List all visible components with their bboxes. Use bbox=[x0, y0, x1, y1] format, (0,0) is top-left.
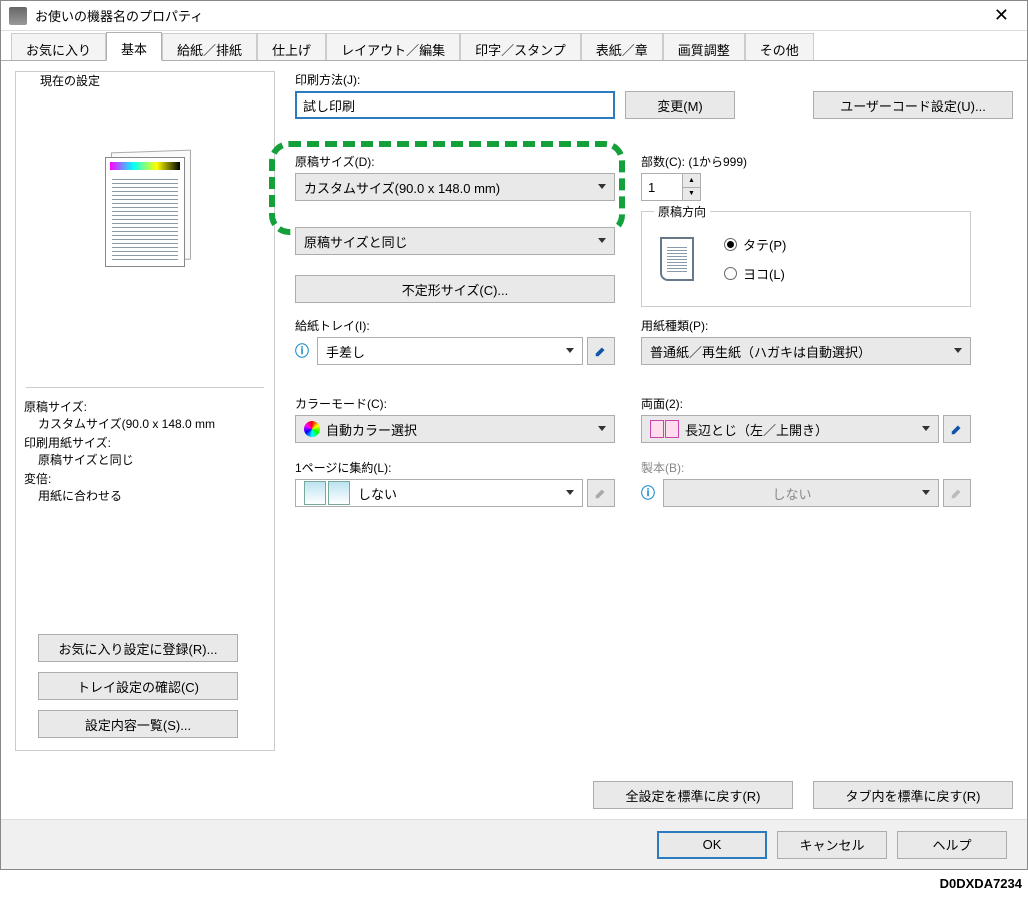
orientation-portrait-radio[interactable]: タテ(P) bbox=[724, 235, 786, 254]
spin-down-icon[interactable]: ▼ bbox=[683, 188, 700, 201]
right-panel: 印刷方法(J): 変更(M) ユーザーコード設定(U)... 原稿サイズ(D):… bbox=[275, 71, 1013, 813]
properties-dialog: お使いの機器名のプロパティ ✕ お気に入り 基本 給紙／排紙 仕上げ レイアウト… bbox=[0, 0, 1028, 870]
nup-select[interactable]: しない bbox=[295, 479, 583, 507]
duplex-edit-button[interactable] bbox=[943, 415, 971, 443]
info-icon: ⓘ bbox=[641, 483, 655, 503]
nup-icons bbox=[304, 481, 352, 505]
change-button[interactable]: 変更(M) bbox=[625, 91, 735, 119]
nup-label: 1ページに集約(L): bbox=[295, 459, 615, 476]
tray-check-button[interactable]: トレイ設定の確認(C) bbox=[38, 672, 238, 700]
radio-icon bbox=[724, 267, 737, 280]
summary-docsize-value: カスタムサイズ(90.0 x 148.0 mm bbox=[38, 415, 266, 432]
usercode-button[interactable]: ユーザーコード設定(U)... bbox=[813, 91, 1013, 119]
help-button[interactable]: ヘルプ bbox=[897, 831, 1007, 859]
print-method-input[interactable] bbox=[295, 91, 615, 119]
dialog-buttons: OK キャンセル ヘルプ bbox=[1, 819, 1027, 869]
chevron-down-icon bbox=[922, 490, 930, 495]
reset-tab-button[interactable]: タブ内を標準に戻す(R) bbox=[813, 781, 1013, 809]
preview-image bbox=[105, 157, 185, 267]
booklet-label: 製本(B): bbox=[641, 459, 971, 476]
tab-layout[interactable]: レイアウト／編集 bbox=[326, 33, 460, 60]
register-favorite-button[interactable]: お気に入り設定に登録(R)... bbox=[38, 634, 238, 662]
tabstrip: お気に入り 基本 給紙／排紙 仕上げ レイアウト／編集 印字／スタンプ 表紙／章… bbox=[1, 31, 1027, 61]
summary-printsize-label: 印刷用紙サイズ: bbox=[24, 434, 266, 451]
tab-quality[interactable]: 画質調整 bbox=[663, 33, 745, 60]
divider bbox=[26, 387, 264, 388]
tray-label: 給紙トレイ(I): bbox=[295, 317, 615, 334]
left-buttons: お気に入り設定に登録(R)... トレイ設定の確認(C) 設定内容一覧(S)..… bbox=[38, 634, 238, 738]
chevron-down-icon bbox=[598, 238, 606, 243]
printer-icon bbox=[9, 7, 27, 25]
tab-cover[interactable]: 表紙／章 bbox=[581, 33, 663, 60]
duplex-right-icon bbox=[665, 420, 679, 438]
tray-select[interactable]: 手差し bbox=[317, 337, 583, 365]
copies-spinner[interactable]: ▲▼ bbox=[641, 173, 701, 201]
color-mode-select[interactable]: 自動カラー選択 bbox=[295, 415, 615, 443]
summary-scale-label: 変倍: bbox=[24, 470, 266, 487]
orientation-label: 原稿方向 bbox=[654, 203, 710, 220]
chevron-down-icon bbox=[954, 348, 962, 353]
paper-type-label: 用紙種類(P): bbox=[641, 317, 971, 334]
tab-finishing[interactable]: 仕上げ bbox=[257, 33, 326, 60]
titlebar: お使いの機器名のプロパティ ✕ bbox=[1, 1, 1027, 31]
settings-summary: 原稿サイズ: カスタムサイズ(90.0 x 148.0 mm 印刷用紙サイズ: … bbox=[24, 398, 266, 504]
content: 現在の設定 原稿サイズ: カスタムサイズ(90.0 x 148.0 mm 印刷用… bbox=[1, 61, 1027, 819]
summary-docsize-label: 原稿サイズ: bbox=[24, 398, 266, 415]
print-method-label: 印刷方法(J): bbox=[295, 71, 615, 88]
booklet-select: しない bbox=[663, 479, 939, 507]
tab-favorites[interactable]: お気に入り bbox=[11, 33, 106, 60]
paper-front-icon bbox=[105, 157, 185, 267]
info-icon: ⓘ bbox=[295, 341, 309, 361]
copies-label: 部数(C): (1から999) bbox=[641, 153, 747, 170]
paper-type-select[interactable]: 普通紙／再生紙（ハガキは自動選択） bbox=[641, 337, 971, 365]
color-mode-label: カラーモード(C): bbox=[295, 395, 615, 412]
chevron-down-icon bbox=[598, 184, 606, 189]
chevron-down-icon bbox=[922, 426, 930, 431]
summary-scale-value: 用紙に合わせる bbox=[38, 487, 266, 504]
close-button[interactable]: ✕ bbox=[984, 5, 1019, 26]
duplex-label: 両面(2): bbox=[641, 395, 971, 412]
tab-basic[interactable]: 基本 bbox=[106, 32, 162, 61]
left-panel: 現在の設定 原稿サイズ: カスタムサイズ(90.0 x 148.0 mm 印刷用… bbox=[15, 71, 275, 813]
nup-edit-button[interactable] bbox=[587, 479, 615, 507]
tray-edit-button[interactable] bbox=[587, 337, 615, 365]
chevron-down-icon bbox=[566, 348, 574, 353]
current-settings-label: 現在の設定 bbox=[34, 74, 106, 88]
orientation-landscape-radio[interactable]: ヨコ(L) bbox=[724, 264, 786, 283]
current-settings-group: 現在の設定 原稿サイズ: カスタムサイズ(90.0 x 148.0 mm 印刷用… bbox=[15, 71, 275, 751]
portrait-page-icon bbox=[660, 237, 694, 281]
window-title: お使いの機器名のプロパティ bbox=[35, 6, 984, 25]
radio-icon bbox=[724, 238, 737, 251]
tab-stamp[interactable]: 印字／スタンプ bbox=[460, 33, 581, 60]
reset-all-button[interactable]: 全設定を標準に戻す(R) bbox=[593, 781, 793, 809]
booklet-edit-button bbox=[943, 479, 971, 507]
color-wheel-icon bbox=[304, 421, 320, 437]
spin-up-icon[interactable]: ▲ bbox=[683, 174, 700, 188]
footer-code: D0DXDA7234 bbox=[940, 876, 1022, 891]
chevron-down-icon bbox=[566, 490, 574, 495]
settings-list-button[interactable]: 設定内容一覧(S)... bbox=[38, 710, 238, 738]
print-paper-size-select[interactable]: 原稿サイズと同じ bbox=[295, 227, 615, 255]
chevron-down-icon bbox=[598, 426, 606, 431]
doc-size-label: 原稿サイズ(D): bbox=[295, 153, 615, 170]
custom-size-button[interactable]: 不定形サイズ(C)... bbox=[295, 275, 615, 303]
duplex-left-icon bbox=[650, 420, 664, 438]
cancel-button[interactable]: キャンセル bbox=[777, 831, 887, 859]
tab-paper[interactable]: 給紙／排紙 bbox=[162, 33, 257, 60]
tab-other[interactable]: その他 bbox=[745, 33, 814, 60]
doc-size-select[interactable]: カスタムサイズ(90.0 x 148.0 mm) bbox=[295, 173, 615, 201]
ok-button[interactable]: OK bbox=[657, 831, 767, 859]
duplex-select[interactable]: 長辺とじ（左／上開き） bbox=[641, 415, 939, 443]
summary-printsize-value: 原稿サイズと同じ bbox=[38, 451, 266, 468]
